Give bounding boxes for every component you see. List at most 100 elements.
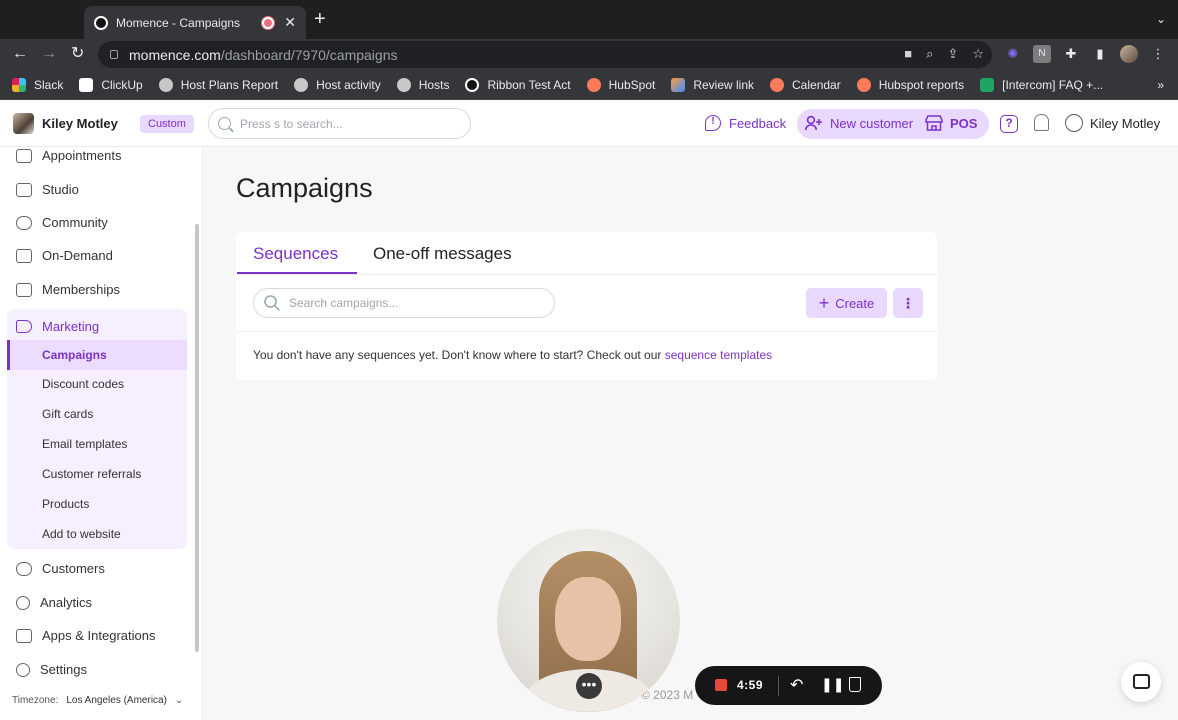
global-search-input[interactable]: Press s to search...: [208, 108, 471, 139]
paper-plane-icon: [671, 77, 686, 92]
bookmark-item[interactable]: Slack: [12, 77, 63, 92]
campaign-search-placeholder: Search campaigns...: [289, 296, 399, 310]
bookmark-label: Review link: [693, 77, 755, 92]
extension-flower-icon[interactable]: ✺: [1004, 45, 1022, 63]
campaign-search-input[interactable]: Search campaigns...: [253, 288, 555, 318]
forward-icon[interactable]: →: [41, 45, 57, 63]
extension-notion-icon[interactable]: N: [1033, 45, 1051, 63]
sidebar-item-label: On-Demand: [42, 248, 113, 263]
url-path: /dashboard/7970/campaigns: [220, 46, 398, 63]
browser-tab[interactable]: Momence - Campaigns ✕: [84, 6, 306, 39]
chevron-down-icon: ⌄: [174, 695, 184, 706]
reload-icon[interactable]: ↻: [71, 45, 84, 63]
pos-label: POS: [950, 115, 978, 131]
sidebar-subitem-gift-cards[interactable]: Gift cards: [42, 407, 93, 421]
user-name[interactable]: Kiley Motley: [1090, 116, 1160, 131]
url-host: momence.com: [129, 46, 221, 63]
intercom-chat-button[interactable]: [1121, 662, 1161, 702]
zoom-icon[interactable]: ⌕: [926, 46, 933, 62]
new-tab-icon[interactable]: +: [314, 9, 326, 29]
clickup-icon: [79, 77, 94, 92]
camera-icon[interactable]: ■: [904, 46, 912, 62]
back-icon[interactable]: ←: [12, 45, 28, 63]
address-bar[interactable]: momence.com/dashboard/7970/campaigns ■ ⌕…: [98, 41, 992, 68]
sidebar-item-label: Apps & Integrations: [42, 628, 156, 643]
sidebar-item-memberships[interactable]: Memberships: [16, 282, 120, 297]
sidebar-item-label: Appointments: [42, 148, 122, 163]
help-icon[interactable]: ?: [1000, 115, 1018, 133]
account-name[interactable]: Kiley Motley: [42, 116, 118, 131]
bookmark-item[interactable]: Calendar: [770, 77, 841, 92]
timezone-value: Los Angeles (America): [66, 695, 167, 706]
bookmark-item[interactable]: Host Plans Report: [158, 77, 278, 92]
restart-icon[interactable]: ↶: [790, 675, 803, 695]
tab-sequences[interactable]: Sequences: [253, 244, 338, 264]
more-options-button[interactable]: ⋮: [893, 288, 923, 318]
sidebar-item-marketing[interactable]: Marketing: [16, 319, 99, 334]
bookmarks-overflow-button[interactable]: »: [1157, 78, 1164, 92]
empty-state-text: You don't have any sequences yet. Don't …: [253, 348, 665, 362]
sidebar-item-customers[interactable]: Customers: [16, 561, 105, 576]
profile-avatar[interactable]: [1120, 45, 1138, 63]
bookmark-label: [Intercom] FAQ +...: [1002, 77, 1104, 92]
bookmark-item[interactable]: Review link: [671, 77, 755, 92]
plus-icon: +: [818, 293, 830, 313]
sidebar-subitem-products[interactable]: Products: [42, 497, 89, 511]
campaigns-card: Sequences One-off messages Search campai…: [236, 232, 937, 380]
hubspot-icon: [770, 77, 785, 92]
webcam-face: [555, 577, 621, 661]
app-header: Kiley Motley Custom Press s to search...…: [0, 101, 1178, 147]
pos-button[interactable]: POS: [925, 115, 977, 131]
notifications-bell-icon[interactable]: [1034, 114, 1049, 131]
user-profile-icon[interactable]: [1065, 114, 1083, 132]
tab-one-off-messages[interactable]: One-off messages: [373, 244, 512, 264]
account-avatar[interactable]: [13, 113, 34, 134]
marketing-section: Marketing Campaigns Discount codes Gift …: [7, 309, 187, 549]
hubspot-icon: [586, 77, 601, 92]
active-tab-underline: [237, 272, 357, 274]
bookmark-item[interactable]: HubSpot: [586, 77, 655, 92]
bookmark-item[interactable]: [Intercom] FAQ +...: [980, 77, 1104, 92]
extensions-puzzle-icon[interactable]: ✚: [1062, 45, 1080, 63]
close-tab-icon[interactable]: ✕: [284, 14, 296, 31]
bookmark-label: Hubspot reports: [878, 77, 965, 92]
browser-tab-strip: Momence - Campaigns ✕ + ⌄: [0, 0, 1178, 39]
sidebar-scrollbar[interactable]: [195, 224, 199, 652]
sequence-templates-link[interactable]: sequence templates: [665, 348, 772, 362]
sidebar-subitem-email-templates[interactable]: Email templates: [42, 437, 127, 451]
sidebar-subitem-label: Campaigns: [42, 348, 107, 362]
bookmark-item[interactable]: ClickUp: [79, 77, 143, 92]
gear-icon: [16, 662, 30, 677]
sidebar-item-on-demand[interactable]: On-Demand: [16, 248, 113, 263]
bookmark-item[interactable]: Hosts: [396, 77, 449, 92]
create-button[interactable]: + Create: [806, 288, 887, 318]
bookmark-item[interactable]: Hubspot reports: [856, 77, 965, 92]
sidebar-item-settings[interactable]: Settings: [16, 662, 87, 677]
share-icon[interactable]: ⇪: [947, 46, 958, 62]
tab-search-chevron-icon[interactable]: ⌄: [1156, 12, 1166, 26]
bookmark-item[interactable]: Ribbon Test Act: [465, 77, 571, 92]
bookmark-item[interactable]: Host activity: [294, 77, 381, 92]
feedback-button[interactable]: ! Feedback: [705, 115, 786, 131]
sidebar-item-appointments[interactable]: Appointments: [16, 148, 122, 163]
webcam-options-icon[interactable]: •••: [576, 673, 602, 699]
delete-recording-icon[interactable]: [849, 677, 861, 692]
sidebar-item-community[interactable]: Community: [16, 215, 108, 230]
calendar-icon: [16, 148, 32, 163]
new-customer-button[interactable]: New customer: [805, 115, 913, 131]
create-label: Create: [835, 295, 875, 311]
sidebar-subitem-campaigns[interactable]: Campaigns: [7, 340, 187, 370]
timezone-selector[interactable]: Timezone: Los Angeles (America) ⌄: [12, 695, 183, 706]
side-panel-icon[interactable]: ▮: [1091, 45, 1109, 63]
sidebar-item-apps-integrations[interactable]: Apps & Integrations: [16, 628, 155, 643]
stop-recording-button[interactable]: [715, 679, 727, 691]
sidebar-item-analytics[interactable]: Analytics: [16, 595, 92, 610]
sidebar-subitem-add-to-website[interactable]: Add to website: [42, 527, 121, 541]
sidebar-subitem-customer-referrals[interactable]: Customer referrals: [42, 467, 141, 481]
bookmark-star-icon[interactable]: ☆: [972, 46, 984, 62]
browser-menu-icon[interactable]: ⋮: [1149, 45, 1167, 63]
chat-icon: [1133, 674, 1150, 689]
sidebar-item-studio[interactable]: Studio: [16, 182, 79, 197]
pause-icon[interactable]: ❚❚: [821, 676, 844, 693]
sidebar-subitem-discount-codes[interactable]: Discount codes: [42, 377, 124, 391]
